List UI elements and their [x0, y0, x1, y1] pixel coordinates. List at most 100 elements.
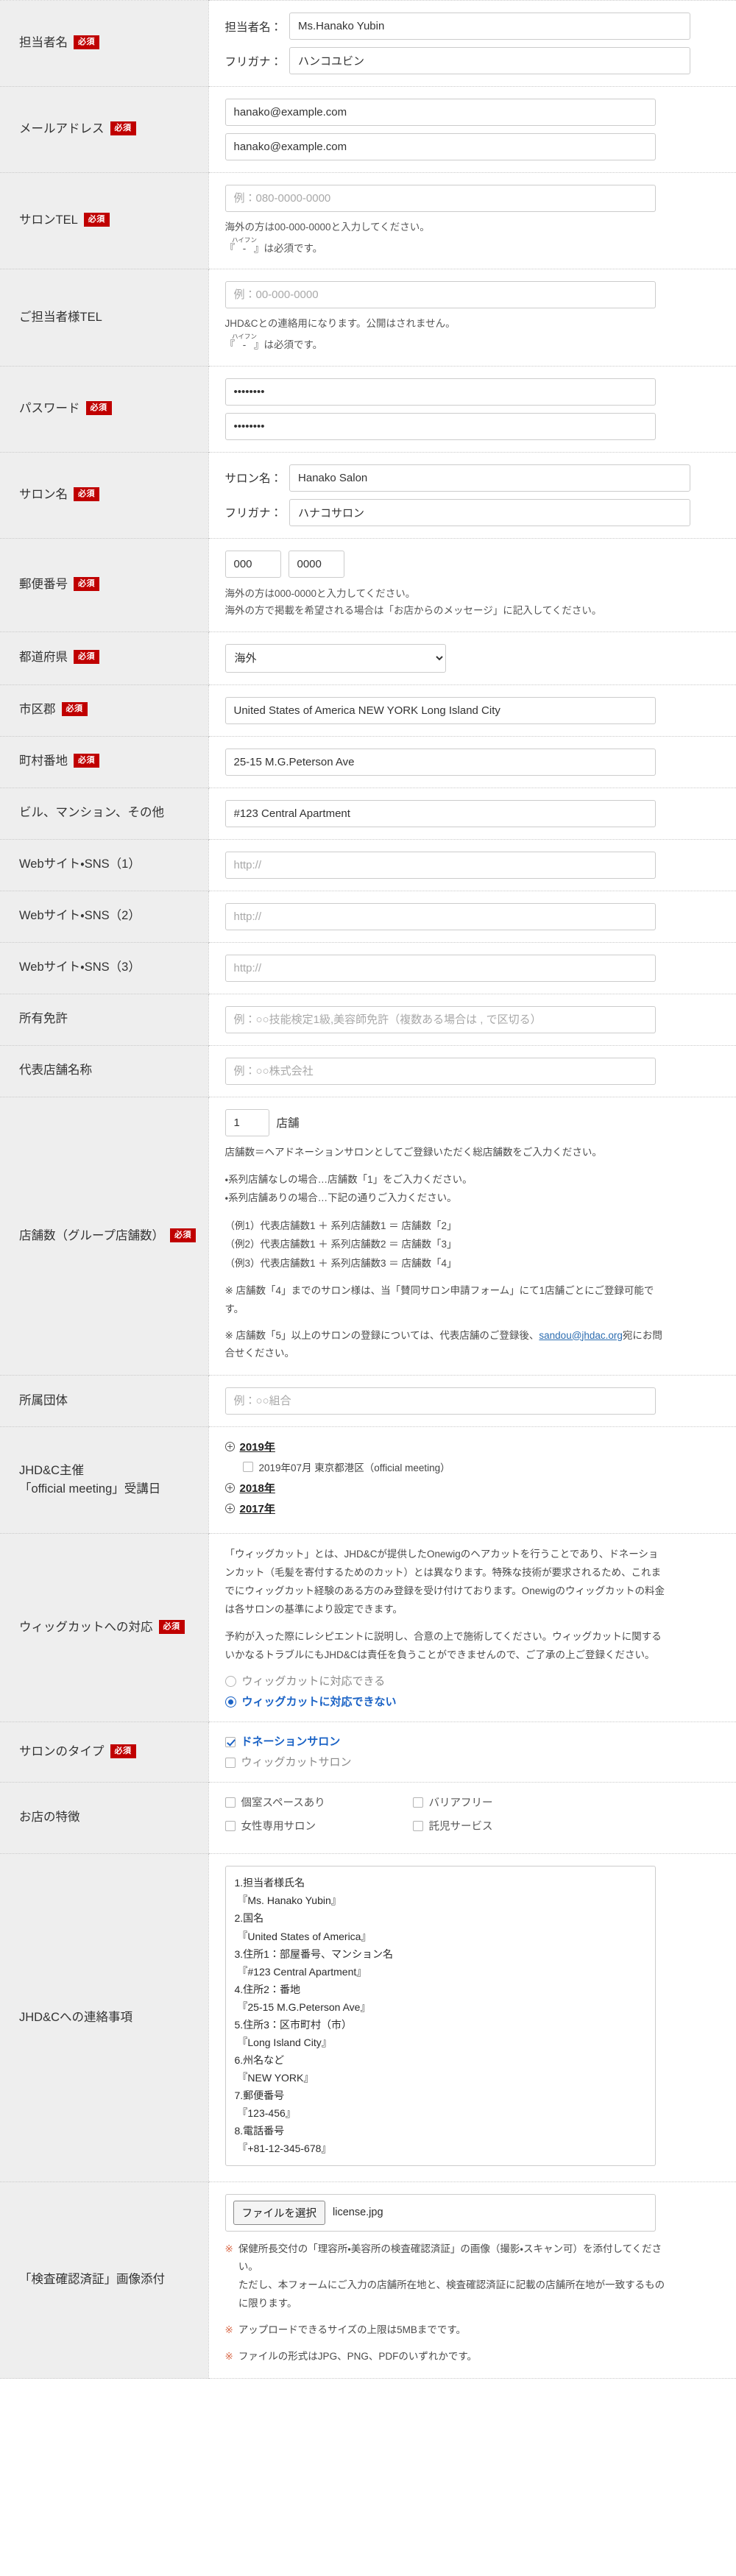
zip-first-input[interactable] — [225, 551, 281, 578]
field-town — [208, 736, 736, 788]
web3-input[interactable] — [225, 955, 656, 982]
year-link-2017[interactable]: 2017年 — [240, 1501, 275, 1516]
web2-input[interactable] — [225, 903, 656, 930]
building-input[interactable] — [225, 800, 656, 827]
radio-icon[interactable] — [225, 1696, 236, 1708]
license-input[interactable] — [225, 1006, 656, 1033]
year-head-2017[interactable]: 2017年 — [225, 1501, 723, 1516]
radio-icon[interactable] — [225, 1676, 236, 1687]
field-meeting: 2019年 2019年07月 東京都港区（official meeting） 2… — [208, 1427, 736, 1534]
checkbox-icon[interactable] — [413, 1821, 423, 1831]
file-upload-control[interactable]: ファイルを選択 license.jpg — [225, 2194, 656, 2232]
label-contact-name: 担当者名必須 — [0, 1, 208, 87]
jhdc-notes-textarea[interactable]: 1.担当者様氏名 『Ms. Hanako Yubin』 2.国名 『United… — [225, 1866, 656, 2165]
row-password: パスワード必須 — [0, 366, 736, 452]
salon-furigana-input[interactable] — [289, 499, 690, 526]
checkbox-icon[interactable] — [225, 1737, 236, 1747]
salon-name-input[interactable] — [289, 464, 690, 492]
label-text: サロン名 — [19, 488, 68, 501]
city-input[interactable] — [225, 697, 656, 724]
row-company: 代表店舗名称 — [0, 1045, 736, 1097]
field-web3 — [208, 942, 736, 994]
row-town: 町村番地必須 — [0, 736, 736, 788]
company-input[interactable] — [225, 1058, 656, 1085]
expand-plus-icon[interactable] — [225, 1504, 235, 1513]
row-wigcut: ウィッグカットへの対応必須 「ウィッグカット」とは、JHD&Cが提供したOnew… — [0, 1534, 736, 1722]
label-text: 「検査確認済証」画像添付 — [19, 2273, 165, 2286]
label-jhdc-notes: JHD&Cへの連絡事項 — [0, 1854, 208, 2182]
field-web1 — [208, 839, 736, 891]
email-input[interactable] — [225, 99, 656, 126]
expand-plus-icon[interactable] — [225, 1442, 235, 1451]
checkbox-icon[interactable] — [243, 1462, 253, 1472]
required-badge: 必須 — [110, 1744, 136, 1758]
label-text: ウィッグカットへの対応 — [19, 1621, 153, 1634]
zip-second-input[interactable] — [289, 551, 344, 578]
store-count-examples: （例1）代表店舗数1 ＋ 系列店舗数1 ＝ 店舗数「2」 （例2）代表店舗数1 … — [225, 1217, 667, 1273]
store-count-input[interactable] — [225, 1109, 269, 1136]
required-badge: 必須 — [74, 35, 99, 49]
label-city: 市区郡必須 — [0, 684, 208, 736]
field-password — [208, 366, 736, 452]
store-count-description: 店舗数＝ヘアドネーションサロンとしてご登録いただく総店舗数をご入力ください。 ・… — [225, 1144, 667, 1364]
selected-file-name: license.jpg — [333, 2207, 383, 2218]
required-badge: 必須 — [74, 577, 99, 591]
town-input[interactable] — [225, 749, 656, 776]
checkbox-icon[interactable] — [225, 1821, 236, 1831]
row-contact-tel: ご担当者様TEL JHD&Cとの連絡用になります。公開はされません。 『-ハイフ… — [0, 269, 736, 366]
label-contact-tel: ご担当者様TEL — [0, 269, 208, 366]
choose-file-button[interactable]: ファイルを選択 — [233, 2201, 326, 2225]
feature-barrier-free[interactable]: バリアフリー — [413, 1794, 601, 1810]
affiliation-input[interactable] — [225, 1387, 656, 1415]
label-email: メールアドレス必須 — [0, 87, 208, 173]
contact-furigana-input[interactable] — [289, 47, 690, 74]
hyphen-ruby: -ハイフン — [235, 243, 254, 254]
expand-plus-icon[interactable] — [225, 1483, 235, 1493]
salon-type-donation[interactable]: ドネーションサロン — [225, 1734, 723, 1749]
field-zip: 海外の方は000-0000と入力してください。 海外の方で掲載を希望される場合は… — [208, 538, 736, 631]
row-salon-type: サロンのタイプ必須 ドネーションサロン ウィッグカットサロン — [0, 1722, 736, 1783]
field-license — [208, 994, 736, 1045]
store-example-3: （例3）代表店舗数1 ＋ 系列店舗数3 ＝ 店舗数「4」 — [225, 1258, 457, 1269]
email-confirm-input[interactable] — [225, 133, 656, 160]
field-contact-name: 担当者名： フリガナ： — [208, 1, 736, 87]
password-input[interactable] — [225, 378, 656, 406]
password-confirm-input[interactable] — [225, 413, 656, 440]
asterisk-icon: ※ — [225, 2240, 233, 2314]
wigcut-option-no[interactable]: ウィッグカットに対応できない — [225, 1694, 723, 1710]
web1-input[interactable] — [225, 852, 656, 879]
feature-childcare[interactable]: 託児サービス — [413, 1818, 601, 1833]
field-license-image: ファイルを選択 license.jpg ※ 保健所長交付の「理容所・美容所の検査… — [208, 2182, 736, 2379]
checkbox-icon[interactable] — [225, 1797, 236, 1808]
year-head-2018[interactable]: 2018年 — [225, 1480, 723, 1496]
zip-help-line2: 海外の方で掲載を希望される場合は「お店からのメッセージ」に記入してください。 — [225, 602, 723, 620]
row-license-image: 「検査確認済証」画像添付 ファイルを選択 license.jpg ※ 保健所長交… — [0, 2182, 736, 2379]
prefecture-select[interactable]: 海外 — [225, 644, 446, 673]
label-text: お店の特徴 — [19, 1811, 80, 1824]
year-head-2019[interactable]: 2019年 — [225, 1439, 723, 1454]
meeting-option-2019-07[interactable]: 2019年07月 東京都港区（official meeting） — [243, 1459, 723, 1474]
checkbox-icon[interactable] — [413, 1797, 423, 1808]
label-prefecture: 都道府県必須 — [0, 631, 208, 684]
checkbox-icon[interactable] — [225, 1758, 236, 1768]
year-link-2018[interactable]: 2018年 — [240, 1480, 275, 1496]
salon-type-wigcut[interactable]: ウィッグカットサロン — [225, 1755, 723, 1770]
contact-tel-help-line2: 『-ハイフン』は必須です。 — [225, 333, 723, 354]
wigcut-option-yes[interactable]: ウィッグカットに対応できる — [225, 1674, 723, 1689]
contact-name-input[interactable] — [289, 13, 690, 40]
year-link-2019[interactable]: 2019年 — [240, 1439, 275, 1454]
store-bullet-1: ・系列店舗なしの場合…店舗数「1」をご入力ください。 — [225, 1174, 473, 1185]
contact-tel-input[interactable] — [225, 281, 656, 308]
feature-private-room[interactable]: 個室スペースあり — [225, 1794, 413, 1810]
feature-women-only[interactable]: 女性専用サロン — [225, 1818, 413, 1833]
label-text: JHD&Cへの連絡事項 — [19, 2011, 132, 2024]
salon-tel-input[interactable] — [225, 185, 656, 212]
label-text: 店舗数（グループ店舗数） — [19, 1229, 164, 1242]
label-web2: Webサイト・SNS（2） — [0, 891, 208, 942]
field-email — [208, 87, 736, 173]
contact-name-row: 担当者名： — [225, 13, 723, 40]
sandou-email-link[interactable]: sandou@jhdac.org — [539, 1330, 623, 1341]
store-note-2-wrap: ※ 店舗数「5」以上のサロンの登録については、代表店舗のご登録後、sandou@… — [225, 1327, 667, 1364]
email-stack — [225, 99, 723, 160]
label-salon-type: サロンのタイプ必須 — [0, 1722, 208, 1783]
